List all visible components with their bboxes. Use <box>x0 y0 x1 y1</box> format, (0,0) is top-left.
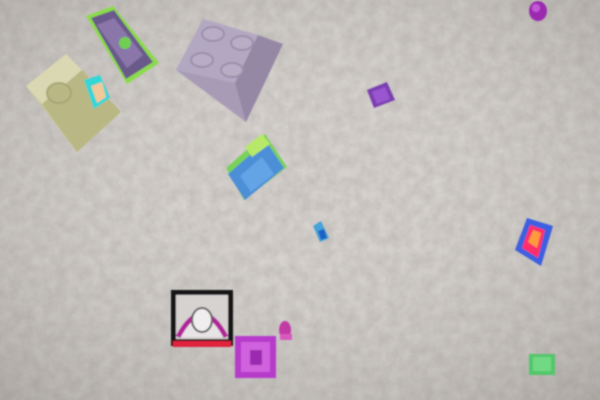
purple-square-piece <box>235 336 276 378</box>
magenta-round-piece <box>529 1 547 21</box>
carpet-shading <box>0 0 600 400</box>
scene-svg <box>0 0 600 400</box>
carpet-scene <box>0 0 600 400</box>
green-square-piece <box>529 354 555 375</box>
white-magenta-brick <box>171 290 233 347</box>
